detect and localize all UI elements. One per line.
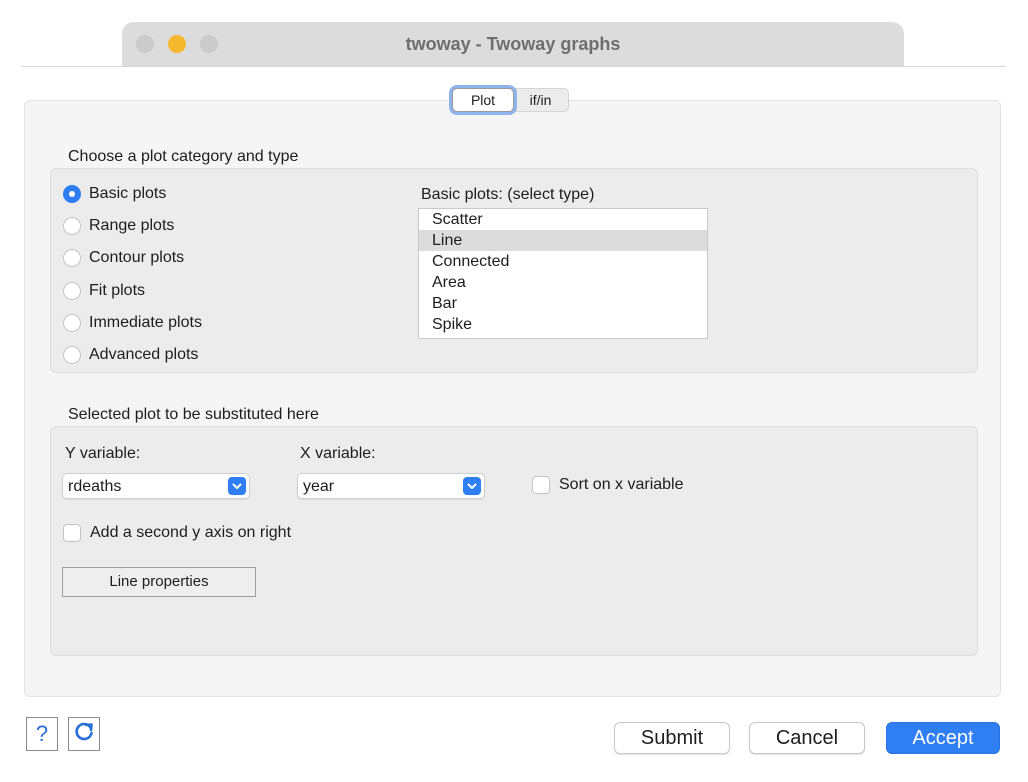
reset-button[interactable] bbox=[68, 717, 100, 751]
substitution-heading: Selected plot to be substituted here bbox=[68, 406, 319, 423]
window-title: twoway - Twoway graphs bbox=[405, 34, 621, 54]
tab-plot[interactable]: Plot bbox=[452, 88, 514, 112]
radio-label: Contour plots bbox=[89, 249, 185, 266]
cancel-button[interactable]: Cancel bbox=[749, 722, 865, 754]
help-button[interactable]: ? bbox=[26, 717, 58, 751]
y-variable-select[interactable]: rdeaths bbox=[62, 473, 250, 499]
checkbox-label: Add a second y axis on right bbox=[90, 524, 292, 541]
x-variable-value: year bbox=[303, 478, 335, 495]
y-variable-value: rdeaths bbox=[68, 478, 122, 495]
plot-category-heading: Choose a plot category and type bbox=[68, 148, 299, 165]
radio-advanced-plots[interactable]: Advanced plots bbox=[63, 344, 198, 366]
x-variable-select[interactable]: year bbox=[297, 473, 485, 499]
list-item-scatter[interactable]: Scatter bbox=[419, 209, 707, 230]
plot-type-list[interactable]: Scatter Line Connected Area Bar Spike bbox=[418, 208, 708, 339]
sort-on-x-checkbox[interactable]: Sort on x variable bbox=[532, 474, 684, 496]
list-item-connected[interactable]: Connected bbox=[419, 251, 707, 272]
radio-button[interactable] bbox=[63, 249, 81, 267]
checkbox[interactable] bbox=[63, 524, 81, 542]
radio-basic-plots[interactable]: Basic plots bbox=[63, 183, 166, 205]
radio-button[interactable] bbox=[63, 217, 81, 235]
radio-button[interactable] bbox=[63, 346, 81, 364]
list-item-spike[interactable]: Spike bbox=[419, 314, 707, 335]
help-icon: ? bbox=[35, 721, 49, 746]
chevron-down-icon bbox=[463, 477, 481, 495]
checkbox-label: Sort on x variable bbox=[559, 476, 684, 493]
title-bar-divider bbox=[22, 66, 1006, 67]
y-variable-label: Y variable: bbox=[65, 445, 141, 462]
radio-fit-plots[interactable]: Fit plots bbox=[63, 280, 145, 302]
refresh-icon bbox=[72, 720, 96, 749]
radio-label: Range plots bbox=[89, 217, 175, 234]
list-item-area[interactable]: Area bbox=[419, 272, 707, 293]
radio-label: Immediate plots bbox=[89, 314, 202, 331]
radio-button[interactable] bbox=[63, 282, 81, 300]
submit-button[interactable]: Submit bbox=[614, 722, 730, 754]
radio-label: Fit plots bbox=[89, 282, 146, 299]
radio-label: Basic plots bbox=[89, 185, 167, 202]
list-item-bar[interactable]: Bar bbox=[419, 293, 707, 314]
radio-contour-plots[interactable]: Contour plots bbox=[63, 247, 184, 269]
checkbox[interactable] bbox=[532, 476, 550, 494]
radio-button[interactable] bbox=[63, 185, 81, 203]
second-y-axis-checkbox[interactable]: Add a second y axis on right bbox=[63, 522, 291, 544]
x-variable-label: X variable: bbox=[300, 445, 376, 462]
tab-if-in[interactable]: if/in bbox=[513, 88, 569, 112]
accept-button[interactable]: Accept bbox=[886, 722, 1000, 754]
tab-bar: Plot if/in bbox=[452, 86, 569, 114]
radio-button[interactable] bbox=[63, 314, 81, 332]
line-properties-button[interactable]: Line properties bbox=[62, 567, 256, 597]
radio-label: Advanced plots bbox=[89, 346, 199, 363]
plot-type-list-label: Basic plots: (select type) bbox=[421, 186, 595, 203]
radio-range-plots[interactable]: Range plots bbox=[63, 215, 174, 237]
chevron-down-icon bbox=[228, 477, 246, 495]
radio-immediate-plots[interactable]: Immediate plots bbox=[63, 312, 202, 334]
list-item-line[interactable]: Line bbox=[419, 230, 707, 251]
